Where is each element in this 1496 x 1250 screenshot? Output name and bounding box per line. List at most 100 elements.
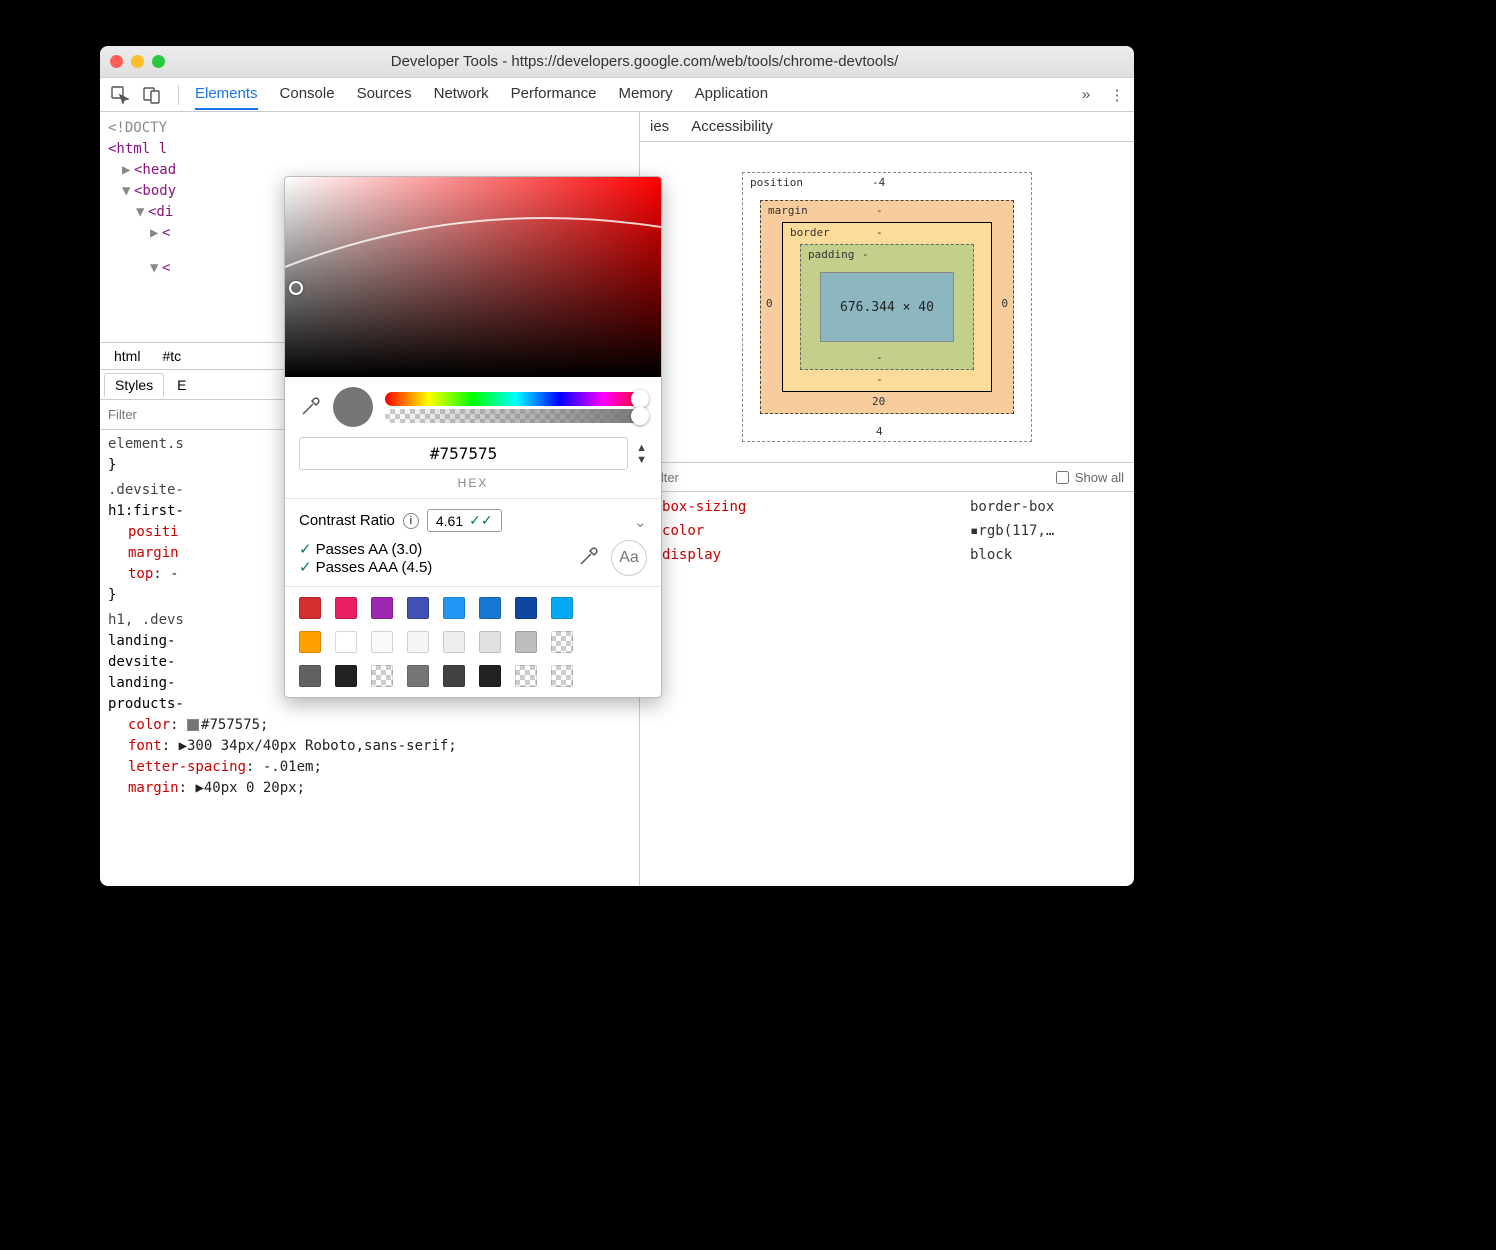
- devtools-window: Developer Tools - https://developers.goo…: [100, 46, 1134, 886]
- prop-margin2[interactable]: margin: [108, 780, 179, 796]
- window-titlebar: Developer Tools - https://developers.goo…: [100, 46, 1134, 78]
- styles-filter-input[interactable]: [108, 407, 188, 422]
- palette-swatch[interactable]: [371, 665, 393, 687]
- subtab-styles[interactable]: Styles: [104, 373, 164, 397]
- div-tag: <di: [148, 204, 173, 220]
- crumb-tc[interactable]: #tc: [154, 346, 189, 366]
- window-title: Developer Tools - https://developers.goo…: [165, 53, 1124, 70]
- palette-swatch[interactable]: [479, 631, 501, 653]
- hue-thumb[interactable]: [631, 390, 649, 408]
- minimize-window-button[interactable]: [131, 55, 144, 68]
- palette-swatch[interactable]: [551, 665, 573, 687]
- computed-properties: box-sizingborder-box color▪rgb(117,… dis…: [640, 492, 1134, 571]
- divider: [178, 85, 179, 105]
- box-model: position -4 4 margin - 0 0 20 border - -…: [640, 142, 1134, 462]
- computed-filter-input[interactable]: [650, 470, 730, 485]
- palette-swatch[interactable]: [515, 631, 537, 653]
- passes-aaa: Passes AAA (4.5): [316, 559, 433, 576]
- palette-swatch[interactable]: [551, 597, 573, 619]
- tab-memory[interactable]: Memory: [619, 79, 673, 110]
- show-all-checkbox[interactable]: Show all: [1056, 470, 1124, 485]
- hex-input[interactable]: [299, 437, 628, 470]
- palette-swatch[interactable]: [443, 665, 465, 687]
- palette-swatch[interactable]: [443, 597, 465, 619]
- bm-content[interactable]: 676.344 × 40: [820, 272, 954, 342]
- palette-swatch[interactable]: [515, 597, 537, 619]
- panel-tabs: Elements Console Sources Network Perform…: [195, 79, 1074, 110]
- inspect-element-icon[interactable]: [108, 83, 132, 107]
- color-picker-popover: ▲▼ HEX Contrast Ratio i 4.61✓✓ ⌃ ✓Passes…: [284, 176, 662, 698]
- prop-position[interactable]: positi: [108, 524, 179, 540]
- computed-filter-bar: Show all: [640, 462, 1134, 492]
- tabs-overflow-icon[interactable]: »: [1074, 86, 1098, 103]
- maximize-window-button[interactable]: [152, 55, 165, 68]
- prop-letter-spacing[interactable]: letter-spacing: [108, 759, 246, 775]
- prop-color[interactable]: color: [108, 717, 170, 733]
- traffic-lights: [110, 55, 165, 68]
- alpha-slider[interactable]: [385, 409, 647, 423]
- palette-swatch[interactable]: [479, 665, 501, 687]
- contrast-collapse-icon[interactable]: ⌃: [634, 512, 647, 530]
- right-subtabs: ies Accessibility: [640, 112, 1134, 142]
- palette-swatch[interactable]: [371, 597, 393, 619]
- subtab-accessibility[interactable]: Accessibility: [691, 118, 773, 135]
- palette-swatch[interactable]: [335, 631, 357, 653]
- menu-kebab-icon[interactable]: ⋮: [1108, 86, 1126, 104]
- crumb-html[interactable]: html: [106, 346, 148, 366]
- prop-margin[interactable]: margin: [108, 545, 179, 561]
- palette-swatch[interactable]: [299, 665, 321, 687]
- tab-performance[interactable]: Performance: [511, 79, 597, 110]
- saturation-value-area[interactable]: [285, 177, 661, 377]
- rule-selector-1a[interactable]: .devsite-: [108, 480, 184, 501]
- text-preview-circle: Aa: [611, 540, 647, 576]
- palette-swatch[interactable]: [515, 665, 537, 687]
- palette-swatch[interactable]: [335, 597, 357, 619]
- format-label: HEX: [285, 476, 661, 490]
- contrast-label: Contrast Ratio: [299, 512, 395, 529]
- prop-top[interactable]: top: [108, 566, 153, 582]
- subtab-properties[interactable]: ies: [650, 118, 669, 135]
- palette-swatch[interactable]: [335, 665, 357, 687]
- passes-aa: Passes AA (3.0): [316, 541, 423, 558]
- devtools-toolbar: Elements Console Sources Network Perform…: [100, 78, 1134, 112]
- tab-sources[interactable]: Sources: [357, 79, 412, 110]
- palette-swatch[interactable]: [371, 631, 393, 653]
- contrast-ratio-value: 4.61✓✓: [427, 509, 502, 532]
- palette-swatch[interactable]: [299, 597, 321, 619]
- palette-swatch[interactable]: [479, 597, 501, 619]
- tab-network[interactable]: Network: [434, 79, 489, 110]
- computed-row[interactable]: displayblock: [650, 544, 1124, 568]
- doctype: <!DOCTY: [108, 120, 167, 136]
- satval-cursor[interactable]: [289, 281, 303, 295]
- html-tag: <html l: [108, 141, 167, 157]
- rule-element-style[interactable]: element.s: [108, 434, 184, 455]
- tab-application[interactable]: Application: [695, 79, 768, 110]
- eyedropper-icon[interactable]: [299, 396, 321, 418]
- computed-row[interactable]: color▪rgb(117,…: [650, 520, 1124, 544]
- palette-swatch[interactable]: [299, 631, 321, 653]
- hue-slider[interactable]: [385, 392, 647, 406]
- info-icon[interactable]: i: [403, 513, 419, 529]
- palette-swatch[interactable]: [407, 665, 429, 687]
- palette-swatch[interactable]: [551, 631, 573, 653]
- palette-swatch[interactable]: [407, 631, 429, 653]
- bg-eyedropper-icon[interactable]: [577, 546, 601, 570]
- color-preview-swatch: [333, 387, 373, 427]
- palette-swatch[interactable]: [443, 631, 465, 653]
- tab-console[interactable]: Console: [280, 79, 335, 110]
- close-window-button[interactable]: [110, 55, 123, 68]
- palette-swatch[interactable]: [407, 597, 429, 619]
- color-swatch-inline[interactable]: [187, 719, 199, 731]
- subtab-event[interactable]: E: [166, 373, 197, 397]
- contrast-section: Contrast Ratio i 4.61✓✓ ⌃ ✓Passes AA (3.…: [285, 499, 661, 586]
- palette-swatches: [285, 587, 661, 697]
- tab-elements[interactable]: Elements: [195, 79, 258, 110]
- rule2-selector-a[interactable]: h1, .devs: [108, 610, 184, 631]
- head-tag: <head: [134, 162, 176, 178]
- toggle-device-icon[interactable]: [140, 83, 164, 107]
- body-tag: <body: [134, 183, 176, 199]
- alpha-thumb[interactable]: [631, 407, 649, 425]
- format-switcher-icon[interactable]: ▲▼: [636, 442, 647, 466]
- computed-row[interactable]: box-sizingborder-box: [650, 496, 1124, 520]
- prop-font[interactable]: font: [108, 738, 162, 754]
